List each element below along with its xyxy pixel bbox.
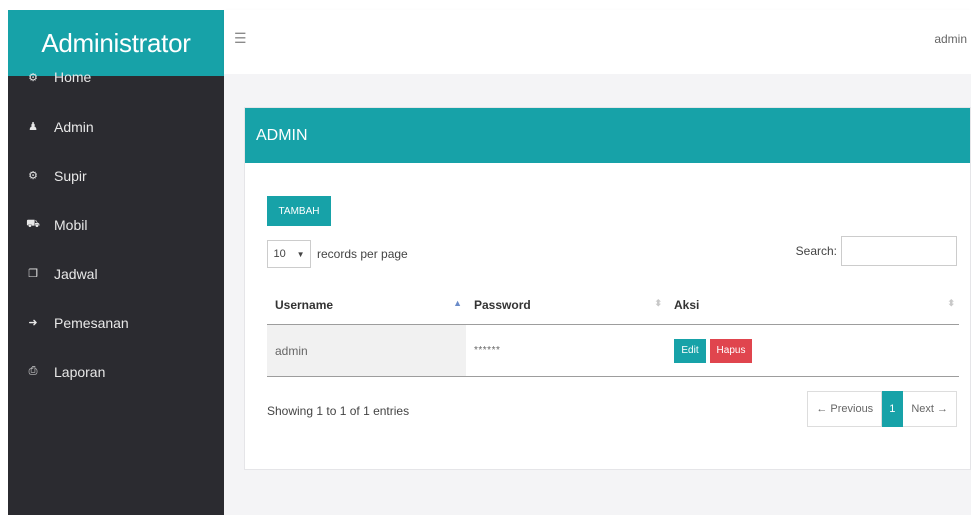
edit-button[interactable]: Edit: [674, 338, 706, 363]
copy-icon: ❐: [28, 268, 38, 280]
main-content: ADMIN TAMBAH 10 ▼ records per page Searc…: [224, 74, 971, 515]
search-label: Search:: [795, 244, 837, 258]
column-header-aksi[interactable]: Aksi ⬍: [666, 286, 959, 325]
cell-username: admin: [267, 324, 466, 377]
car-icon: ⛟: [26, 217, 40, 230]
next-page-button[interactable]: Next →: [903, 391, 957, 427]
sidebar: Administrator ⚙ Home ♟ Admin ⚙ Supir ⛟ M…: [8, 10, 224, 515]
sidebar-item-admin[interactable]: ♟ Admin: [8, 102, 224, 151]
user-icon: ♟: [28, 121, 38, 133]
sort-both-icon: ⬍: [947, 298, 955, 308]
page-length-value: 10: [273, 248, 286, 260]
table-info: Showing 1 to 1 of 1 entries: [267, 404, 410, 418]
page-length-label: records per page: [317, 247, 408, 261]
sidebar-item-mobil[interactable]: ⛟ Mobil: [8, 200, 224, 249]
column-header-password[interactable]: Password ⬍: [466, 286, 666, 325]
search-control: Search:: [796, 236, 957, 266]
search-input[interactable]: [841, 236, 957, 266]
delete-button[interactable]: Hapus: [710, 338, 752, 363]
column-header-username[interactable]: Username ▲: [267, 286, 466, 325]
add-button[interactable]: TAMBAH: [267, 196, 331, 226]
sidebar-item-label: Home: [54, 69, 92, 85]
sidebar-item-jadwal[interactable]: ❐ Jadwal: [8, 249, 224, 298]
sidebar-item-label: Supir: [54, 167, 87, 184]
sidebar-item-label: Laporan: [54, 363, 106, 380]
admin-table: Username ▲ Password ⬍ Aksi ⬍ admin *****…: [267, 286, 959, 377]
sign-in-icon: ➜: [28, 317, 38, 329]
table-header-row: Username ▲ Password ⬍ Aksi ⬍: [267, 286, 959, 325]
caret-down-icon: ▼: [296, 249, 305, 259]
page-button-current[interactable]: 1: [882, 391, 904, 427]
sidebar-item-laporan[interactable]: ⎙ Laporan: [8, 347, 224, 396]
sort-asc-icon: ▲: [453, 298, 462, 308]
sidebar-item-label: Mobil: [54, 216, 88, 233]
table-row: admin ****** Edit Hapus: [267, 324, 959, 377]
sidebar-item-pemesanan[interactable]: ➜ Pemesanan: [8, 298, 224, 347]
print-icon: ⎙: [28, 365, 38, 377]
previous-page-button[interactable]: ← Previous: [807, 391, 883, 427]
sidebar-nav: ⚙ Home ♟ Admin ⚙ Supir ⛟ Mobil ❐ Jadwal …: [8, 52, 224, 396]
page-length-select[interactable]: 10 ▼: [267, 240, 311, 268]
dashboard-icon: ⚙: [28, 170, 38, 182]
sidebar-item-label: Pemesanan: [54, 314, 129, 331]
sidebar-item-home[interactable]: ⚙ Home: [8, 52, 224, 102]
user-menu[interactable]: admin: [934, 32, 967, 46]
panel-title: ADMIN: [245, 108, 970, 163]
top-navbar: ☰ admin: [224, 10, 971, 74]
page-length-control: 10 ▼ records per page: [267, 240, 408, 268]
sidebar-item-supir[interactable]: ⚙ Supir: [8, 151, 224, 200]
pagination: ← Previous 1 Next →: [807, 391, 957, 427]
sidebar-item-label: Admin: [54, 118, 94, 135]
sidebar-item-label: Jadwal: [54, 265, 98, 282]
cell-password: ******: [466, 324, 666, 377]
menu-toggle-icon[interactable]: ☰: [234, 30, 247, 47]
admin-panel: ADMIN TAMBAH 10 ▼ records per page Searc…: [244, 107, 971, 470]
dashboard-icon: ⚙: [28, 71, 38, 84]
cell-actions: Edit Hapus: [666, 324, 959, 377]
sort-both-icon: ⬍: [654, 298, 662, 308]
